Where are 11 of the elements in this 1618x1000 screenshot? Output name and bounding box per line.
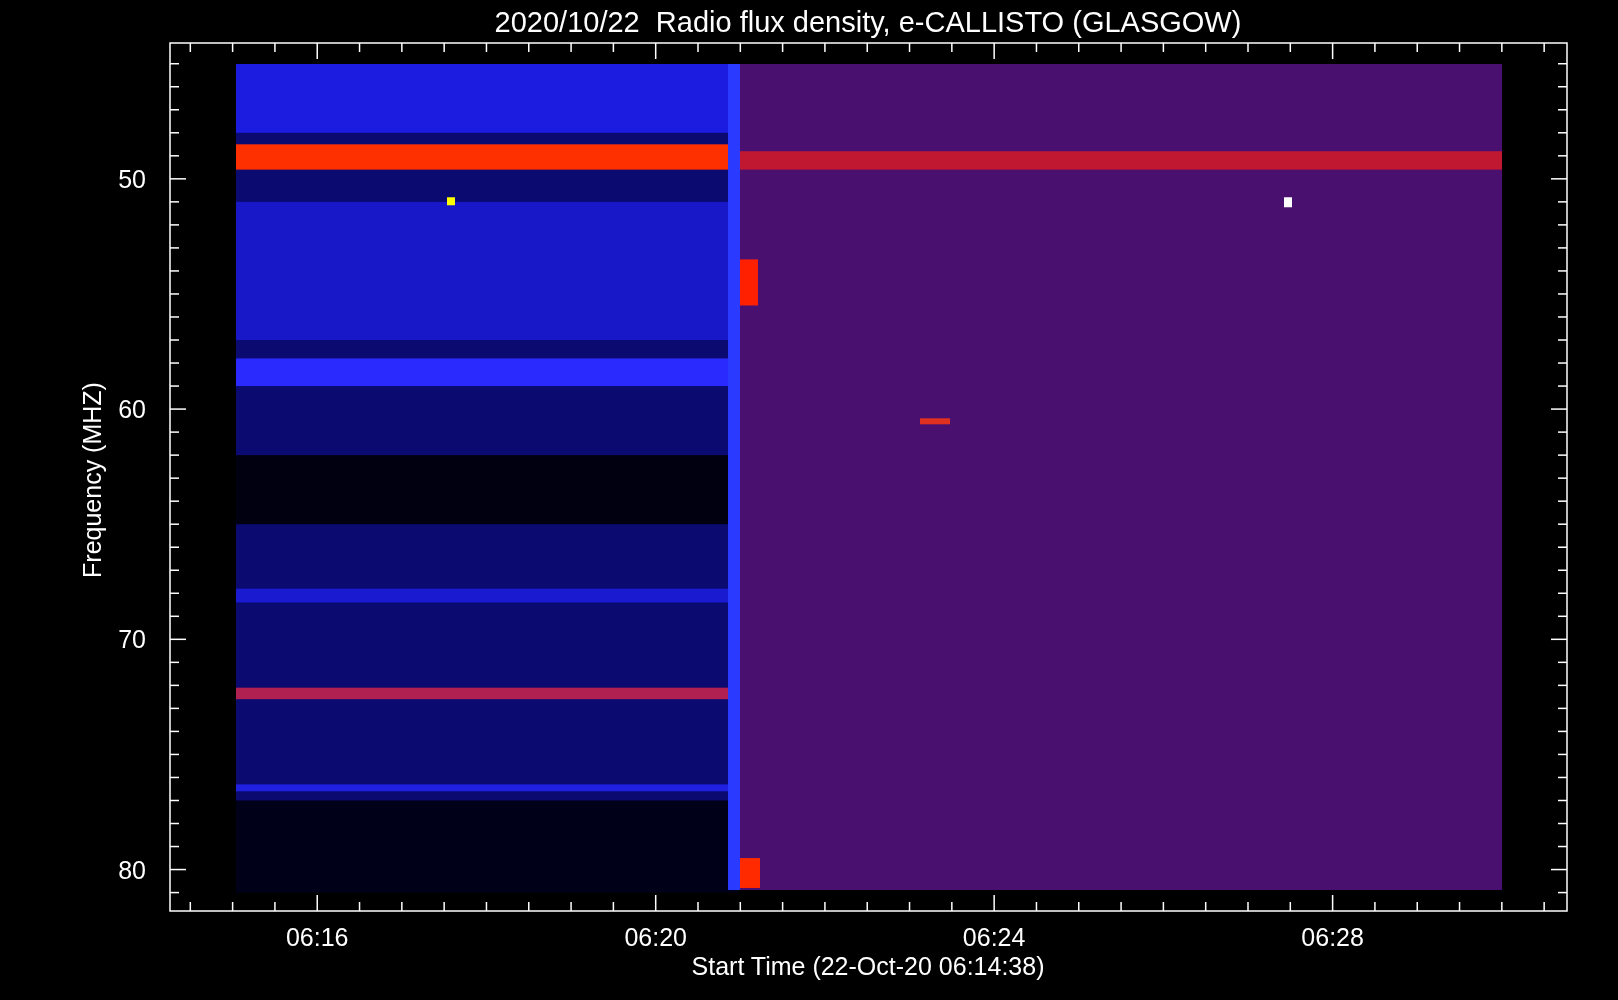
x-tick-label: 06:24: [962, 923, 1026, 951]
y-tick-label: 60: [118, 395, 146, 424]
x-tick-label: 06:16: [285, 923, 349, 951]
y-axis-label: Frequency (MHZ): [78, 382, 106, 578]
y-tick-label: 70: [118, 625, 146, 654]
x-tick-label: 06:20: [624, 923, 687, 951]
y-tick-label: 80: [118, 855, 146, 884]
x-axis-label: Start Time (22-Oct-20 06:14:38): [691, 952, 1045, 980]
plot-title: 2020/10/22 Radio flux density, e-CALLISTO (GLASGOW): [494, 6, 1242, 38]
x-tick-label: 06:28: [1301, 923, 1364, 951]
y-tick-label: 50: [118, 164, 146, 193]
